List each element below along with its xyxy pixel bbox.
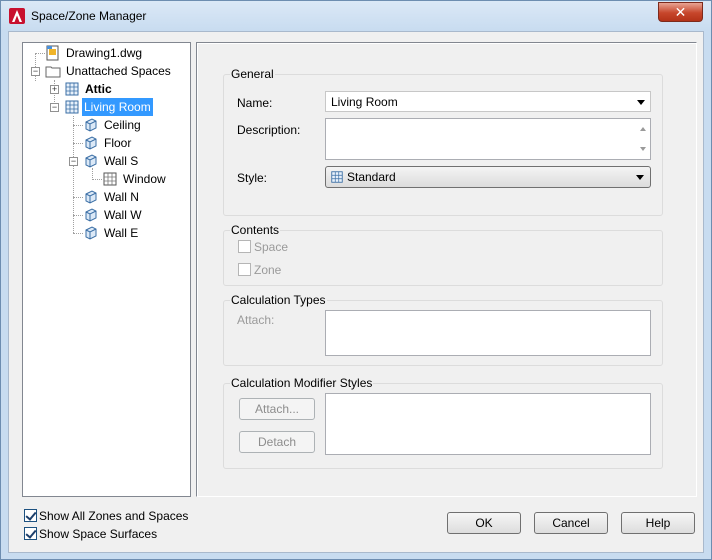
attach-label: Attach: [237,313,275,327]
collapse-toggle[interactable]: − [31,67,40,76]
tree-item-wall-e[interactable]: Wall E [23,224,190,242]
zone-checkbox-label: Zone [254,263,282,277]
cancel-button[interactable]: Cancel [534,512,608,534]
opening-icon [103,172,117,186]
surface-icon [85,154,97,168]
space-checkbox-label: Space [254,240,289,254]
close-button[interactable]: ✕ [658,2,703,22]
contents-group [223,230,663,286]
zone-checkbox[interactable] [238,263,251,276]
tree-item-unattached-spaces[interactable]: − Unattached Spaces [23,62,190,80]
description-label: Description: [237,123,301,137]
space-tree[interactable]: Drawing1.dwg − Unattached Spaces + Attic [22,42,191,497]
tree-item-label: Drawing1.dwg [66,46,143,60]
tree-item-floor[interactable]: Floor [23,134,190,152]
surface-icon [85,226,97,240]
tree-item-wall-s[interactable]: − Wall S [23,152,190,170]
style-value: Standard [347,170,396,184]
tree-item-label: Window [123,172,166,186]
ok-button[interactable]: OK [447,512,521,534]
dropdown-arrow-icon[interactable] [636,175,644,180]
tree-item-wall-w[interactable]: Wall W [23,206,190,224]
calculation-modifier-styles-group-title: Calculation Modifier Styles [230,376,374,390]
space-zone-manager-window: Space/Zone Manager ✕ Drawing1.dwg − Unat… [0,0,712,560]
surface-icon [85,136,97,150]
detach-button[interactable]: Detach [239,431,315,453]
tree-item-wall-n[interactable]: Wall N [23,188,190,206]
tree-item-living-room[interactable]: − Living Room [23,98,190,116]
folder-icon [45,66,61,78]
autocad-app-icon [9,8,25,24]
tree-item-label: Floor [104,136,132,150]
tree-item-label: Wall E [104,226,139,240]
style-dropdown[interactable]: Standard [325,166,651,188]
space-icon [65,100,79,114]
tree-item-label: Ceiling [104,118,141,132]
calculation-modifier-styles-list[interactable] [325,393,651,455]
calculation-types-group-title: Calculation Types [230,293,327,307]
dropdown-arrow-icon[interactable] [637,100,645,105]
drawing-file-icon [46,45,59,61]
tree-item-label: Wall N [104,190,139,204]
tree-item-label: Attic [85,82,112,96]
tree-item-label: Living Room [82,98,153,116]
description-input[interactable] [325,118,651,160]
tree-item-drawing[interactable]: Drawing1.dwg [23,44,190,62]
show-all-zones-label: Show All Zones and Spaces [39,509,189,523]
name-combobox[interactable]: Living Room [325,91,651,112]
help-button[interactable]: Help [621,512,695,534]
space-style-icon [331,171,343,183]
space-icon [65,82,79,96]
surface-icon [85,118,97,132]
scroll-up-icon[interactable] [640,127,646,131]
surface-icon [85,208,97,222]
collapse-toggle[interactable]: − [69,157,78,166]
properties-panel: General Name: Living Room Description: S… [196,42,697,497]
name-label: Name: [237,96,273,110]
general-group-title: General [230,67,275,81]
show-space-surfaces-checkbox[interactable] [24,527,37,540]
scroll-down-icon[interactable] [640,147,646,151]
calculation-types-list[interactable] [325,310,651,356]
surface-icon [85,190,97,204]
space-checkbox[interactable] [238,240,251,253]
title-bar[interactable]: Space/Zone Manager ✕ [1,1,711,31]
dialog-client-area: Drawing1.dwg − Unattached Spaces + Attic [8,31,704,553]
tree-item-ceiling[interactable]: Ceiling [23,116,190,134]
tree-item-attic[interactable]: + Attic [23,80,190,98]
name-value: Living Room [331,95,398,109]
style-label: Style: [237,171,268,185]
show-all-zones-checkbox[interactable] [24,509,37,522]
collapse-toggle[interactable]: − [50,103,59,112]
tree-item-label: Wall S [104,154,139,168]
tree-item-window[interactable]: Window [23,170,190,188]
tree-item-label: Wall W [104,208,142,222]
show-space-surfaces-label: Show Space Surfaces [39,527,158,541]
tree-item-label: Unattached Spaces [66,64,171,78]
window-title: Space/Zone Manager [31,9,147,23]
attach-button[interactable]: Attach... [239,398,315,420]
expand-toggle[interactable]: + [50,85,59,94]
contents-group-title: Contents [230,223,281,237]
